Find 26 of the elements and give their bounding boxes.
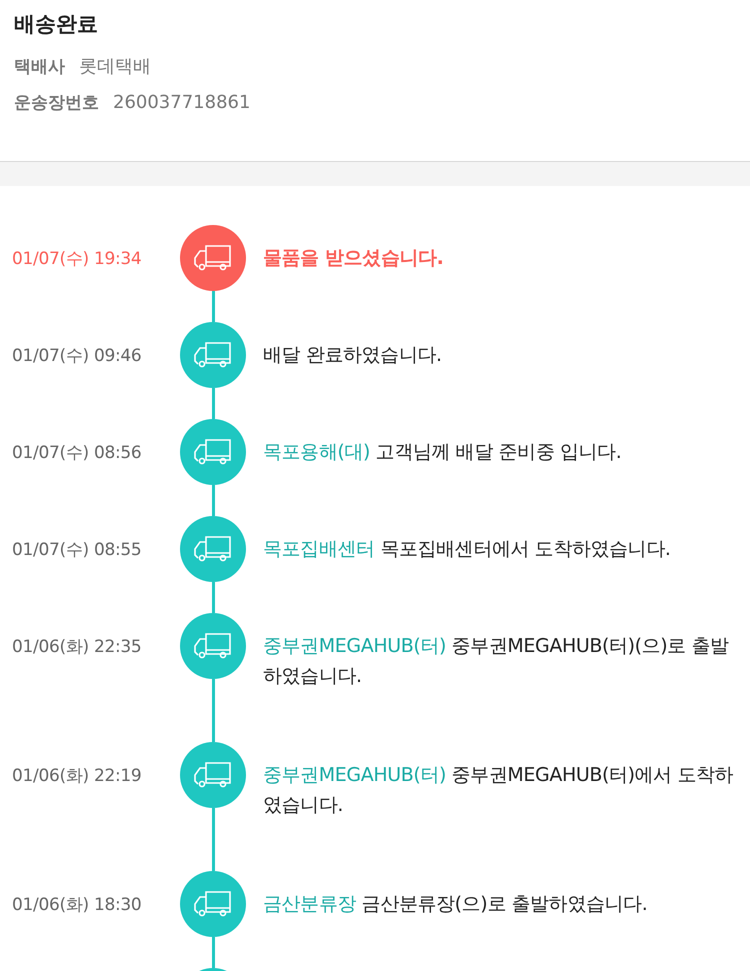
event-time: 01/06(화) 22:19 [11,765,142,787]
truck-icon [192,438,234,466]
truck-icon [192,535,234,563]
truck-icon [192,244,234,272]
field-value: 260037718861 [113,92,250,113]
event-time: 01/07(수) 08:55 [11,539,142,561]
event-time: 01/07(수) 09:46 [11,345,142,367]
field-label: 택배사 [14,56,65,78]
event-message: 목포용해(대) 고객님께 배달 준비중 입니다. [263,440,622,465]
truck-icon [192,341,234,369]
truck-icon [192,632,234,660]
field-label: 운송장번호 [14,92,99,114]
event-message: 중부권MEGAHUB(터) 중부권MEGAHUB(터)(으)로 출발하였습니다. [263,634,730,689]
field-value: 롯데택배 [79,55,151,78]
event-time: 01/07(수) 08:56 [11,442,142,464]
event-message: 배달 완료하였습니다. [263,343,443,368]
event-message: 목포집배센터 목포집배센터에서 도착하였습니다. [263,537,672,562]
event-time: 01/06(화) 22:35 [11,636,142,658]
event-message: 물품을 받으셨습니다. [263,246,444,271]
event-message: 금산분류장 금산분류장(으)로 출발하였습니다. [263,892,648,917]
status-title: 배송완료 [14,11,99,38]
event-message: 중부권MEGAHUB(터) 중부권MEGAHUB(터)에서 도착하였습니다. [263,763,734,818]
truck-icon [192,761,234,789]
event-time: 01/06(화) 18:30 [11,894,142,916]
event-time: 01/07(수) 19:34 [11,248,142,270]
truck-icon [192,890,234,918]
